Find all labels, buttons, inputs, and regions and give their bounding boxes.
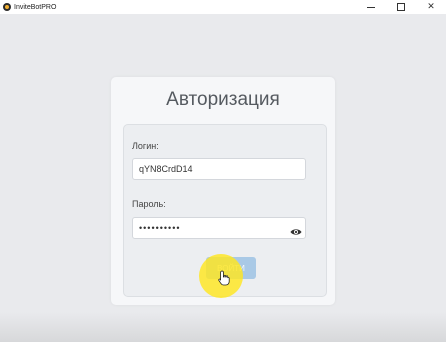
login-label: Логин: <box>132 141 159 151</box>
window-controls: ✕ <box>356 0 446 14</box>
close-icon[interactable]: ✕ <box>416 0 446 14</box>
minimize-icon[interactable] <box>356 0 386 14</box>
form-title: Авторизация <box>166 89 280 110</box>
hand-pointer-icon <box>218 270 230 286</box>
maximize-icon[interactable] <box>386 0 416 14</box>
password-input[interactable] <box>132 217 306 239</box>
password-label: Пароль: <box>132 199 166 209</box>
window-title: InviteBotPRO <box>14 3 57 11</box>
background-shade <box>0 312 446 342</box>
eye-icon[interactable] <box>290 228 302 236</box>
login-input[interactable] <box>132 158 306 180</box>
title-bar: InviteBotPRO ✕ <box>0 0 446 14</box>
app-logo-icon <box>3 3 11 11</box>
